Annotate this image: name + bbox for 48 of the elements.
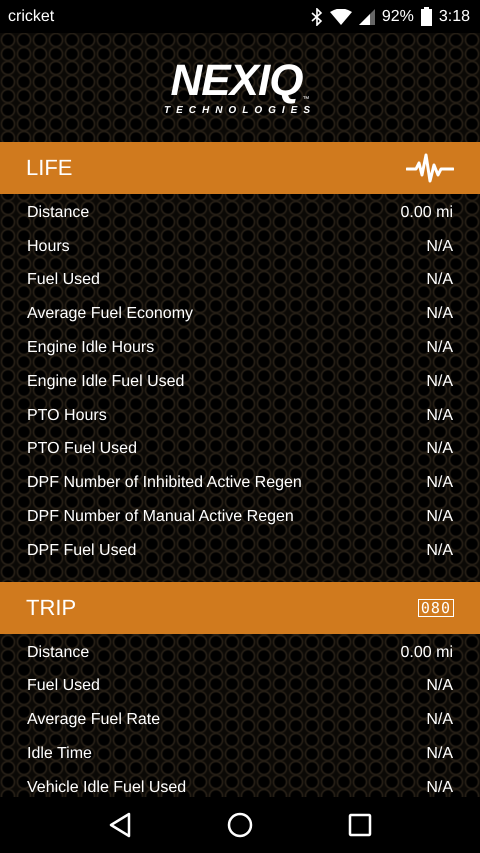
row-label: Vehicle Idle Fuel Used: [27, 778, 186, 797]
row-label: Idle Time: [27, 745, 92, 764]
row-value: N/A: [426, 440, 453, 458]
row-label: Hours: [27, 238, 70, 256]
row-label: Distance: [27, 644, 90, 662]
section-title: TRIP: [26, 594, 76, 621]
row-value: N/A: [426, 474, 453, 492]
row-label: DPF Number of Manual Active Regen: [27, 508, 294, 526]
pulse-icon: [406, 153, 454, 183]
row-label: PTO Fuel Used: [27, 440, 137, 458]
row-value: N/A: [426, 238, 453, 256]
row-value: N/A: [426, 339, 453, 358]
odometer-icon: 080: [418, 598, 454, 617]
back-icon[interactable]: [108, 812, 132, 838]
home-icon[interactable]: [226, 812, 253, 838]
bluetooth-icon: [310, 8, 323, 26]
row-value: N/A: [426, 271, 453, 290]
row-value: N/A: [426, 406, 453, 425]
logo-tagline: TECHNOLOGIES: [164, 105, 316, 116]
row-value: N/A: [426, 305, 453, 324]
row-value: N/A: [426, 778, 453, 797]
row-value: N/A: [426, 372, 453, 391]
row-label: Distance: [27, 204, 90, 222]
row-label: Engine Idle Fuel Used: [27, 372, 184, 391]
row-label: Average Fuel Economy: [27, 305, 194, 324]
row-label: Engine Idle Hours: [27, 339, 154, 358]
clock-time: 3:18: [438, 8, 470, 26]
row-label: Fuel Used: [27, 677, 100, 696]
row-value: N/A: [426, 542, 453, 560]
signal-icon: [358, 8, 375, 24]
wifi-icon: [330, 8, 352, 24]
battery-icon: [420, 7, 432, 26]
logo-wordmark: NEXIQ: [170, 59, 302, 103]
row-value: N/A: [426, 508, 453, 526]
battery-percent: 92%: [382, 8, 414, 26]
row-label: Average Fuel Rate: [27, 711, 160, 730]
recents-icon[interactable]: [348, 813, 372, 837]
row-value: N/A: [426, 745, 453, 764]
carrier-name: cricket: [8, 8, 54, 26]
row-value: 0.00 mi: [400, 204, 453, 222]
row-label: DPF Number of Inhibited Active Regen: [27, 474, 302, 492]
row-label: PTO Hours: [27, 406, 107, 425]
row-label: DPF Fuel Used: [27, 542, 136, 560]
row-value: 0.00 mi: [400, 644, 453, 662]
row-value: N/A: [426, 711, 453, 730]
row-value: N/A: [426, 677, 453, 696]
section-title: LIFE: [26, 155, 72, 181]
row-label: Fuel Used: [27, 271, 100, 290]
